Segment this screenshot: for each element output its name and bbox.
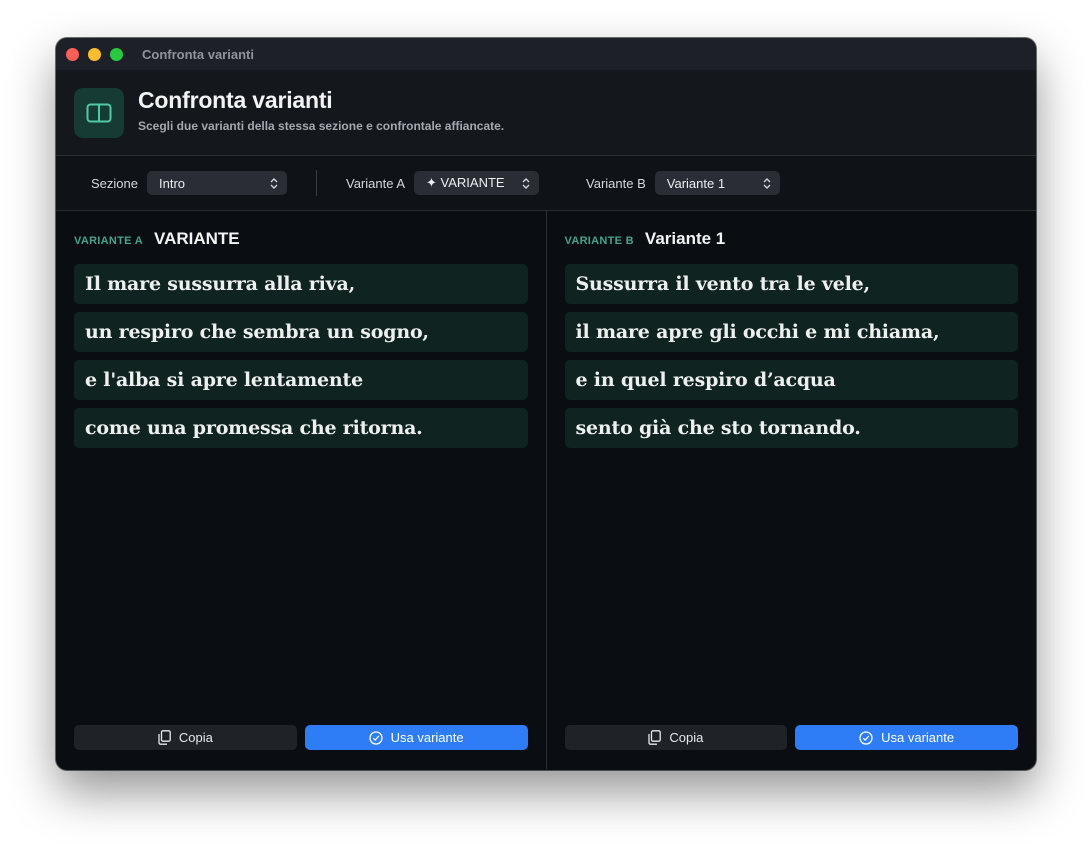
pane-actions: Copia Usa variante bbox=[564, 725, 1018, 750]
pane-actions: Copia Usa variante bbox=[74, 725, 528, 750]
copy-icon bbox=[648, 730, 662, 745]
header-text: Confronta varianti Scegli due varianti d… bbox=[138, 87, 504, 133]
lyric-lines: Il mare sussurra alla riva, un respiro c… bbox=[74, 264, 528, 448]
toolbar-divider bbox=[315, 170, 317, 196]
copy-button-label: Copia bbox=[669, 730, 704, 745]
copy-button-label: Copia bbox=[178, 730, 213, 745]
use-variant-button[interactable]: Usa variante bbox=[795, 725, 1018, 750]
use-variant-label: Usa variante bbox=[390, 730, 464, 745]
page-subtitle: Scegli due varianti della stessa sezione… bbox=[138, 118, 505, 133]
lyric-lines: Sussurra il vento tra le vele, il mare a… bbox=[564, 264, 1018, 448]
variant-a-select[interactable]: ✦ VARIANTE bbox=[414, 171, 540, 195]
copy-button[interactable]: Copia bbox=[564, 725, 788, 750]
copy-button[interactable]: Copia bbox=[74, 725, 297, 750]
checkmark-circle-icon bbox=[368, 730, 383, 745]
variant-b-label: Variante B bbox=[586, 175, 646, 191]
toolbar: Sezione Intro Variante A ✦ VARIANTE Vari… bbox=[56, 156, 1036, 211]
app-window: Confronta varianti Confronta varianti Sc… bbox=[56, 38, 1036, 770]
variant-b-select[interactable]: Variante 1 bbox=[654, 171, 780, 195]
section-select-value: Intro bbox=[158, 175, 185, 191]
close-window-button[interactable] bbox=[66, 47, 79, 61]
variant-a-select-value: ✦ VARIANTE bbox=[426, 175, 505, 190]
pane-header: VARIANTE B Variante 1 bbox=[565, 229, 1019, 253]
section-label: Sezione bbox=[91, 175, 138, 191]
lyric-line: e l'alba si apre lentamente bbox=[74, 360, 528, 400]
lyric-line: e in quel respiro d’acqua bbox=[564, 360, 1018, 400]
pane-variant-name: Variante 1 bbox=[644, 229, 726, 248]
lyric-line: sento già che sto tornando. bbox=[564, 408, 1018, 448]
window-controls bbox=[66, 47, 123, 61]
zoom-window-button[interactable] bbox=[110, 47, 123, 61]
variant-b-select-value: Variante 1 bbox=[666, 175, 726, 191]
pane-variant-name: VARIANTE bbox=[154, 229, 240, 248]
page-title: Confronta varianti bbox=[138, 86, 333, 113]
pane-tag: VARIANTE A bbox=[74, 235, 143, 247]
minimize-window-button[interactable] bbox=[88, 47, 101, 61]
header: Confronta varianti Scegli due varianti d… bbox=[56, 70, 1036, 156]
variant-a-label: Variante A bbox=[345, 175, 406, 191]
up-down-chevron-icon bbox=[522, 177, 530, 189]
variant-a-pane: VARIANTE A VARIANTE Il mare sussurra all… bbox=[56, 211, 547, 769]
lyric-line: Il mare sussurra alla riva, bbox=[74, 264, 528, 304]
variant-b-pane: VARIANTE B Variante 1 Sussurra il vento … bbox=[547, 211, 1037, 769]
lyric-line: come una promessa che ritorna. bbox=[74, 408, 528, 448]
up-down-chevron-icon bbox=[763, 177, 771, 189]
up-down-chevron-icon bbox=[270, 177, 278, 189]
lyric-line: il mare apre gli occhi e mi chiama, bbox=[564, 312, 1018, 352]
pane-header: VARIANTE A VARIANTE bbox=[74, 229, 528, 253]
title-bar: Confronta varianti bbox=[56, 38, 1036, 70]
pane-tag: VARIANTE B bbox=[564, 235, 634, 247]
compare-panes: VARIANTE A VARIANTE Il mare sussurra all… bbox=[56, 211, 1036, 769]
checkmark-circle-icon bbox=[859, 730, 873, 745]
use-variant-button[interactable]: Usa variante bbox=[304, 725, 528, 750]
split-view-icon bbox=[74, 87, 124, 138]
copy-icon bbox=[158, 730, 171, 745]
lyric-line: Sussurra il vento tra le vele, bbox=[564, 264, 1018, 304]
section-select[interactable]: Intro bbox=[146, 171, 287, 195]
lyric-line: un respiro che sembra un sogno, bbox=[74, 312, 528, 352]
use-variant-label: Usa variante bbox=[881, 730, 955, 745]
window-title: Confronta varianti bbox=[142, 46, 254, 62]
